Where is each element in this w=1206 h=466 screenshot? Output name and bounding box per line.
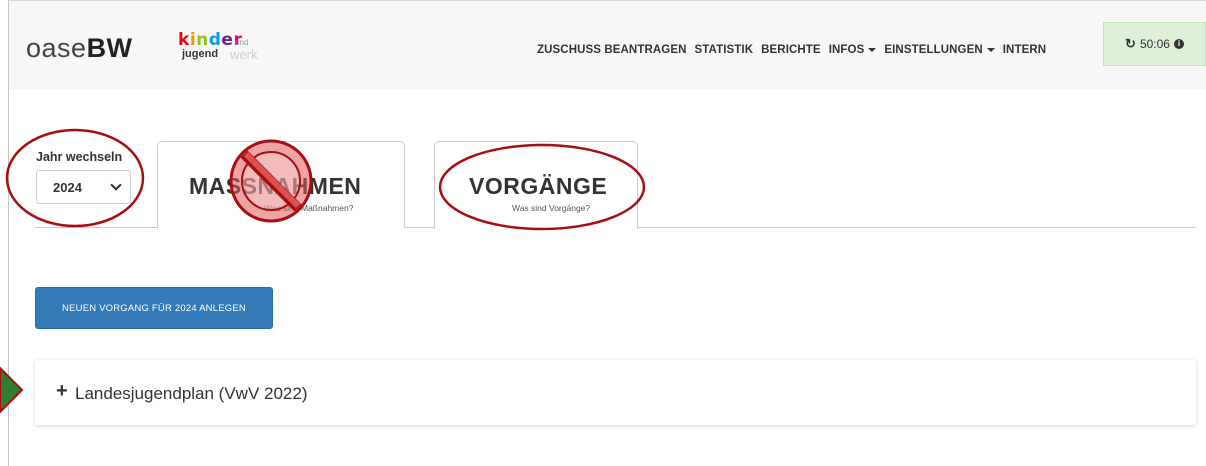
menu-statistik[interactable]: STATISTIK: [695, 44, 754, 56]
tab-vorgaenge[interactable]: VORGÄNGE Was sind Vorgänge?: [434, 141, 638, 229]
brand-light: oase: [26, 33, 87, 63]
tab-vorgaenge-help-link[interactable]: Was sind Vorgänge?: [512, 203, 590, 213]
landesjugendplan-panel[interactable]: + Landesjugendplan (VwV 2022): [35, 360, 1196, 425]
panel-title[interactable]: Landesjugendplan (VwV 2022): [75, 384, 308, 404]
brand-bold: BW: [86, 33, 133, 63]
tab-vorgaenge-title: VORGÄNGE: [469, 173, 608, 199]
plus-icon[interactable]: +: [56, 381, 68, 401]
new-vorgang-button[interactable]: NEUEN VORGANG FÜR 2024 ANLEGEN: [35, 287, 273, 329]
caret-down-icon: [868, 47, 877, 52]
menu-intern[interactable]: INTERN: [1003, 44, 1046, 56]
info-icon: i: [1173, 39, 1184, 49]
refresh-icon: ↻: [1125, 36, 1136, 51]
brand-logo[interactable]: oaseBW: [26, 33, 133, 64]
timer-value: 50:06: [1139, 37, 1170, 51]
logo-jugend: jugend: [182, 48, 219, 60]
menu-infos[interactable]: INFOS: [829, 44, 877, 56]
menu-berichte[interactable]: BERICHTE: [761, 44, 821, 56]
year-selected-value: 2024: [53, 179, 82, 195]
year-label: Jahr wechseln: [36, 150, 123, 164]
menu-zuschuss-beantragen[interactable]: ZUSCHUSS BEANTRAGEN: [537, 44, 687, 56]
year-select[interactable]: 2024: [36, 170, 131, 204]
logo-werk: werk: [230, 47, 258, 62]
logo-und: und: [235, 38, 249, 47]
kinder-jugendwerk-logo: kinder und jugend werk: [178, 30, 274, 64]
menu-einstellungen[interactable]: EINSTELLUNGEN: [884, 44, 995, 56]
tab-massnahmen-title: MASSNAHMEN: [189, 173, 362, 199]
chevron-down-icon: [110, 179, 122, 191]
tab-massnahmen[interactable]: MASSNAHMEN Was sind Maßnahmen?: [157, 141, 405, 228]
caret-down-icon: [986, 47, 995, 52]
main-menu: ZUSCHUSS BEANTRAGEN STATISTIK BERICHTE I…: [537, 44, 1046, 56]
tab-massnahmen-help-link[interactable]: Was sind Maßnahmen?: [264, 203, 353, 213]
session-timer[interactable]: ↻ 50:06 i: [1103, 22, 1206, 66]
